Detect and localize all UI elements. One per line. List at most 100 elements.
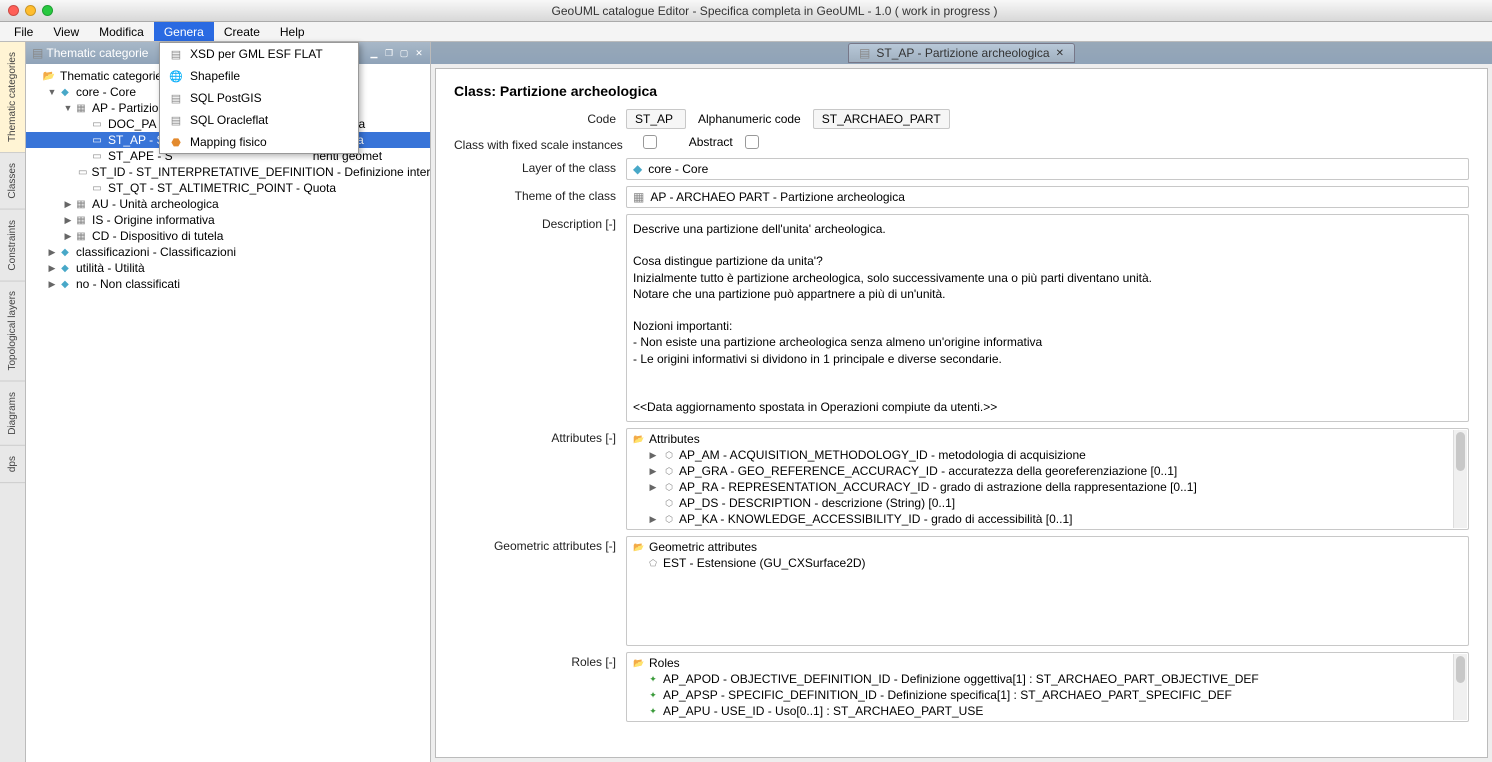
class-icon: ▭: [90, 149, 104, 163]
attr-icon: ⬡: [663, 465, 675, 477]
alpha-label: Alphanumeric code: [698, 112, 801, 126]
role-item[interactable]: ✦AP_APU - USE_ID - Uso[0..1] : ST_ARCHAE…: [627, 703, 1468, 719]
attr-item[interactable]: ⬡AP_DS - DESCRIPTION - descrizione (Stri…: [627, 495, 1468, 511]
role-item[interactable]: ✦AP_APOD - OBJECTIVE_DEFINITION_ID - Def…: [627, 671, 1468, 687]
close-window-icon[interactable]: [8, 5, 19, 16]
attributes-list: 📂Attributes ▶⬡AP_AM - ACQUISITION_METHOD…: [626, 428, 1469, 530]
close-icon[interactable]: ✕: [1056, 48, 1064, 59]
geom-label: Geometric attributes [-]: [454, 536, 626, 553]
menu-view[interactable]: View: [43, 22, 89, 41]
roles-label: Roles [-]: [454, 652, 626, 669]
menubar: File View Modifica Genera Create Help: [0, 22, 1492, 42]
description-label: Description [-]: [454, 214, 626, 231]
scrollbar[interactable]: [1453, 654, 1467, 720]
tree-cd[interactable]: ▶▦CD - Dispositivo di tutela: [26, 228, 430, 244]
menuitem-label: XSD per GML ESF FLAT: [190, 47, 323, 61]
menuitem-label: SQL PostGIS: [190, 91, 262, 105]
tree-stqt[interactable]: ▭ST_QT - ST_ALTIMETRIC_POINT - Quota: [26, 180, 430, 196]
menu-file[interactable]: File: [4, 22, 43, 41]
fixedscale-checkbox[interactable]: [643, 135, 657, 149]
editor-tab[interactable]: ▤ ST_AP - Partizione archeologica ✕: [848, 43, 1075, 63]
maximize-icon[interactable]: ▢: [397, 46, 411, 60]
minimize-icon[interactable]: ▁: [367, 46, 381, 60]
vtab-topo[interactable]: Topological layers: [0, 281, 25, 382]
abstract-checkbox[interactable]: [745, 135, 759, 149]
titlebar: GeoUML catalogue Editor - Specifica comp…: [0, 0, 1492, 22]
tree-header-title: Thematic categorie: [46, 46, 148, 60]
menuitem-mapping[interactable]: ⬣ Mapping fisico: [160, 131, 358, 153]
layer-icon: ◆: [58, 85, 72, 99]
theme-icon: ▦: [633, 190, 644, 204]
menuitem-xsd[interactable]: ▤ XSD per GML ESF FLAT: [160, 43, 358, 65]
class-icon: ▭: [90, 117, 104, 131]
document-icon: ▤: [168, 46, 184, 62]
tree-class[interactable]: ▶◆classificazioni - Classificazioni: [26, 244, 430, 260]
vtab-diagrams[interactable]: Diagrams: [0, 382, 25, 446]
layer-icon: ◆: [58, 261, 72, 275]
menuitem-shapefile[interactable]: 🌐 Shapefile: [160, 65, 358, 87]
maximize-window-icon[interactable]: [42, 5, 53, 16]
attr-icon: ⬡: [663, 497, 675, 509]
attributes-label: Attributes [-]: [454, 428, 626, 445]
layer-value[interactable]: ◆core - Core: [626, 158, 1469, 180]
panel-controls: ▁ ❐ ▢ ✕: [367, 46, 426, 60]
close-icon[interactable]: ✕: [412, 46, 426, 60]
editor-panel: ▤ ST_AP - Partizione archeologica ✕ Clas…: [431, 42, 1492, 762]
minimize-window-icon[interactable]: [25, 5, 36, 16]
menuitem-sqlpostgis[interactable]: ▤ SQL PostGIS: [160, 87, 358, 109]
attr-item[interactable]: ▶⬡AP_KA - KNOWLEDGE_ACCESSIBILITY_ID - g…: [627, 511, 1468, 527]
attr-item[interactable]: ▶⬡AP_RA - REPRESENTATION_ACCURACY_ID - g…: [627, 479, 1468, 495]
editor-tabbar: ▤ ST_AP - Partizione archeologica ✕: [431, 42, 1492, 64]
restore-icon[interactable]: ❐: [382, 46, 396, 60]
folder-icon: 📂: [633, 657, 645, 669]
class-icon: ▭: [78, 165, 87, 179]
tree-util[interactable]: ▶◆utilità - Utilità: [26, 260, 430, 276]
geom-item[interactable]: ⬠EST - Estensione (GU_CXSurface2D): [627, 555, 1468, 571]
attributes-head[interactable]: 📂Attributes: [627, 431, 1468, 447]
sql-icon: ▤: [168, 90, 184, 106]
tab-title: ST_AP - Partizione archeologica: [876, 46, 1049, 60]
panel-icon: ▤: [32, 46, 43, 60]
doc-icon: ▤: [859, 46, 870, 60]
attr-item[interactable]: ▶⬡AP_AM - ACQUISITION_METHODOLOGY_ID - m…: [627, 447, 1468, 463]
editor-content: Class: Partizione archeologica Code ST_A…: [435, 68, 1488, 758]
tree-stid[interactable]: ▭ST_ID - ST_INTERPRETATIVE_DEFINITION - …: [26, 164, 430, 180]
tree-no[interactable]: ▶◆no - Non classificati: [26, 276, 430, 292]
folder-icon: 📂: [42, 69, 56, 83]
globe-icon: 🌐: [168, 68, 184, 84]
theme-icon: ▦: [74, 229, 88, 243]
layer-icon: ◆: [58, 245, 72, 259]
theme-value[interactable]: ▦AP - ARCHAEO PART - Partizione archeolo…: [626, 186, 1469, 208]
class-icon: ▭: [90, 181, 104, 195]
scrollbar[interactable]: [1453, 430, 1467, 528]
theme-icon: ▦: [74, 101, 88, 115]
menu-modifica[interactable]: Modifica: [89, 22, 154, 41]
code-label: Code: [454, 109, 626, 126]
vtab-dps[interactable]: dps: [0, 446, 25, 483]
roles-head[interactable]: 📂Roles: [627, 655, 1468, 671]
description-text[interactable]: Descrive una partizione dell'unita' arch…: [626, 214, 1469, 422]
role-item[interactable]: ✦AP_APSP - SPECIFIC_DEFINITION_ID - Defi…: [627, 687, 1468, 703]
layer-icon: ◆: [633, 162, 642, 176]
menu-help[interactable]: Help: [270, 22, 315, 41]
layer-label: Layer of the class: [454, 158, 626, 175]
tree-is[interactable]: ▶▦IS - Origine informativa: [26, 212, 430, 228]
vtab-classes[interactable]: Classes: [0, 153, 25, 210]
tree-au[interactable]: ▶▦AU - Unità archeologica: [26, 196, 430, 212]
vtab-constraints[interactable]: Constraints: [0, 210, 25, 282]
theme-icon: ▦: [74, 197, 88, 211]
mapping-icon: ⬣: [168, 134, 184, 150]
attr-item[interactable]: ▶⬡AP_GRA - GEO_REFERENCE_ACCURACY_ID - a…: [627, 463, 1468, 479]
vtab-thematic[interactable]: Thematic categories: [0, 42, 25, 153]
geom-icon: ⬠: [647, 557, 659, 569]
attr-icon: ⬡: [663, 513, 675, 525]
geom-list: 📂Geometric attributes ⬠EST - Estensione …: [626, 536, 1469, 646]
left-tabs: Thematic categories Classes Constraints …: [0, 42, 26, 762]
menu-create[interactable]: Create: [214, 22, 270, 41]
menu-genera[interactable]: Genera: [154, 22, 214, 41]
class-title: Class: Partizione archeologica: [454, 83, 1469, 99]
menuitem-sqloracle[interactable]: ▤ SQL Oracleflat: [160, 109, 358, 131]
abstract-label: Abstract: [689, 135, 733, 149]
geom-head[interactable]: 📂Geometric attributes: [627, 539, 1468, 555]
attr-icon: ⬡: [663, 449, 675, 461]
